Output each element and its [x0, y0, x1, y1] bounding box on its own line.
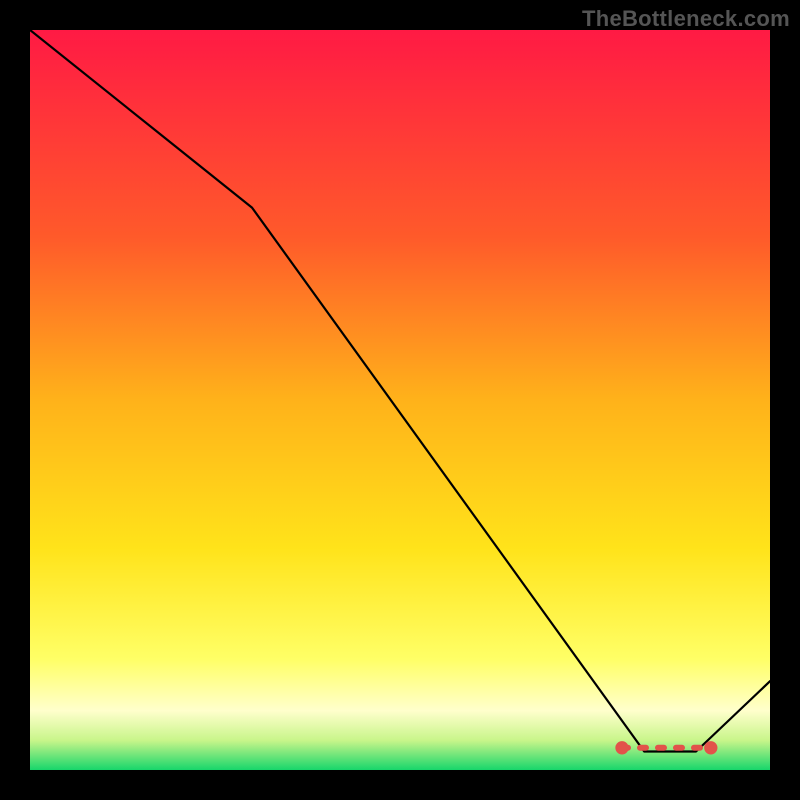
watermark-text: TheBottleneck.com — [582, 6, 790, 32]
gradient-background — [30, 30, 770, 770]
bottleneck-plot — [30, 30, 770, 770]
optimal-range-start-dot — [615, 741, 628, 754]
chart-frame: TheBottleneck.com — [0, 0, 800, 800]
optimal-range-end-dot — [704, 741, 717, 754]
